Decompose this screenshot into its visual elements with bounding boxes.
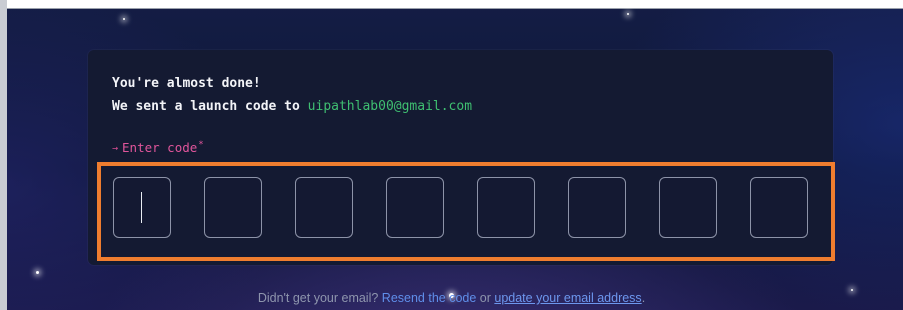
required-asterisk: *: [198, 140, 204, 150]
footer-middle-text: or: [476, 291, 495, 305]
email-address: uipathlab00@gmail.com: [307, 99, 473, 114]
star-decoration: [123, 18, 125, 20]
code-digit-input-6[interactable]: [568, 177, 626, 238]
code-digit-input-5[interactable]: [477, 177, 535, 238]
almost-done-heading: You're almost done!: [112, 76, 261, 91]
enter-code-text: Enter code: [122, 140, 198, 155]
code-digit-input-8[interactable]: [750, 177, 808, 238]
code-digit-input-1[interactable]: [113, 177, 171, 238]
launch-code-text: We sent a launch code to: [112, 99, 308, 114]
footer-suffix-text: .: [641, 291, 646, 305]
code-digit-input-3[interactable]: [295, 177, 353, 238]
launch-code-message: We sent a launch code to uipathlab00@gma…: [112, 99, 472, 114]
code-digit-input-7[interactable]: [659, 177, 717, 238]
window-top-border: [7, 8, 903, 9]
star-decoration: [627, 13, 629, 15]
footer-prefix-text: Didn't get your email?: [257, 291, 382, 305]
update-email-link[interactable]: update your email address: [494, 291, 641, 305]
text-caret: [141, 192, 142, 223]
enter-code-label: → Enter code*: [112, 140, 204, 155]
window-left-edge: [0, 0, 7, 310]
resend-footer: Didn't get your email? Resend the code o…: [0, 291, 903, 305]
code-digit-input-2[interactable]: [204, 177, 262, 238]
arrow-right-icon: →: [112, 143, 119, 154]
star-decoration: [36, 271, 39, 274]
code-digit-input-4[interactable]: [386, 177, 444, 238]
resend-code-link[interactable]: Resend the code: [382, 291, 477, 305]
